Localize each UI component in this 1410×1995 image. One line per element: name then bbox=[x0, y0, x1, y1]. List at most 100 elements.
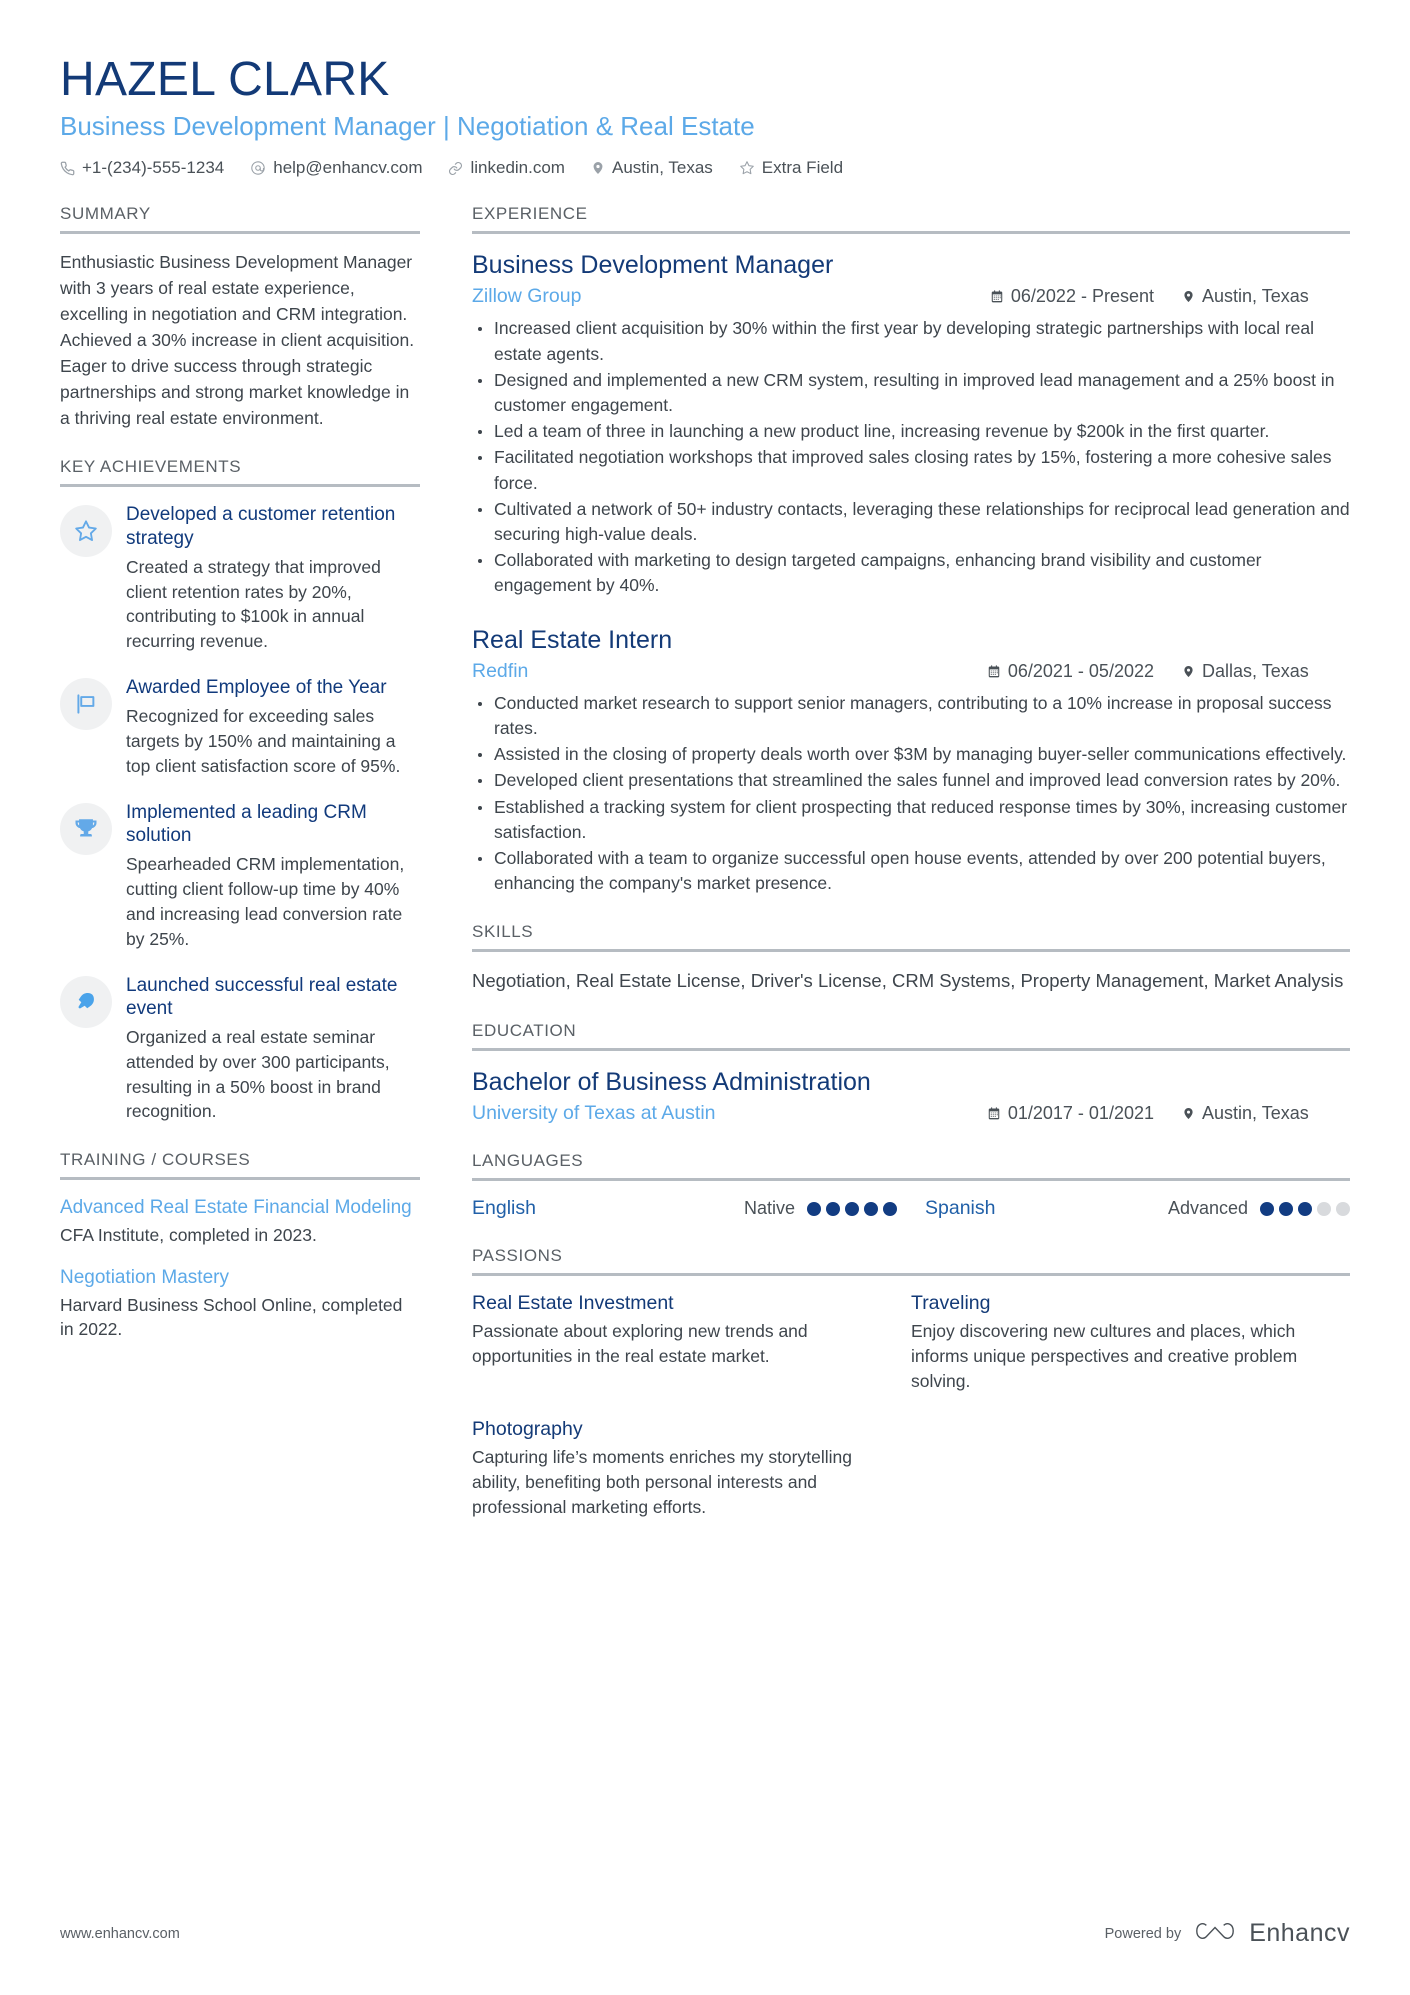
language-item: English Native bbox=[472, 1197, 897, 1220]
rating-dot bbox=[1260, 1201, 1274, 1216]
training-subtitle: Harvard Business School Online, complete… bbox=[60, 1294, 403, 1340]
section-passions: PASSIONS Real Estate Investment Passiona… bbox=[472, 1246, 1350, 1543]
skills-heading: SKILLS bbox=[472, 922, 534, 942]
contact-email-text: help@enhancv.com bbox=[273, 158, 423, 178]
enhancv-logo-icon bbox=[1194, 1918, 1236, 1949]
training-item: Advanced Real Estate Financial Modeling … bbox=[60, 1196, 420, 1248]
passion-description: Enjoy discovering new cultures and place… bbox=[911, 1321, 1298, 1391]
footer-powered-by-label: Powered by bbox=[1104, 1925, 1182, 1942]
training-heading: TRAINING / COURSES bbox=[60, 1150, 251, 1170]
section-divider bbox=[60, 1177, 420, 1181]
passion-title: Photography bbox=[472, 1417, 583, 1440]
experience-location: Austin, Texas bbox=[1182, 286, 1350, 307]
education-heading: EDUCATION bbox=[472, 1021, 577, 1041]
languages-heading: LANGUAGES bbox=[472, 1151, 584, 1171]
education-school[interactable]: University of Texas at Austin bbox=[472, 1102, 987, 1125]
section-education: EDUCATION Bachelor of Business Administr… bbox=[472, 1021, 1350, 1125]
skills-text: Negotiation, Real Estate License, Driver… bbox=[472, 970, 1344, 992]
rating-dot bbox=[807, 1201, 821, 1216]
achievement-body: Developed a customer retention strategy … bbox=[126, 503, 420, 654]
experience-date: 06/2021 - 05/2022 bbox=[987, 661, 1154, 682]
bullet-item: Developed client presentations that stre… bbox=[472, 768, 1350, 793]
language-name: Spanish bbox=[925, 1197, 996, 1220]
contact-extra-field-text: Extra Field bbox=[761, 158, 844, 178]
education-meta: University of Texas at Austin 01/2017 - … bbox=[472, 1102, 1350, 1125]
contact-phone[interactable]: +1-(234)-555-1234 bbox=[60, 158, 224, 178]
email-icon bbox=[250, 160, 266, 176]
achievement-item: Awarded Employee of the Year Recognized … bbox=[60, 676, 420, 779]
bullet-item: Collaborated with a team to organize suc… bbox=[472, 846, 1350, 896]
bullet-item: Collaborated with marketing to design ta… bbox=[472, 548, 1350, 598]
experience-bullets: Increased client acquisition by 30% with… bbox=[472, 316, 1350, 598]
section-divider bbox=[472, 1048, 1350, 1052]
achievement-body: Implemented a leading CRM solution Spear… bbox=[126, 801, 420, 952]
experience-company[interactable]: Redfin bbox=[472, 660, 987, 683]
passion-item: Traveling Enjoy discovering new cultures… bbox=[911, 1292, 1350, 1394]
summary-heading: SUMMARY bbox=[60, 204, 151, 224]
achievement-description: Created a strategy that improved client … bbox=[126, 556, 381, 652]
professional-headline: Business Development Manager | Negotiati… bbox=[60, 111, 755, 142]
education-location-text: Austin, Texas bbox=[1202, 1103, 1309, 1124]
contact-location[interactable]: Austin, Texas bbox=[591, 158, 713, 178]
training-title[interactable]: Negotiation Mastery bbox=[60, 1266, 420, 1290]
passions-grid: Real Estate Investment Passionate about … bbox=[472, 1292, 1350, 1543]
page-footer: www.enhancv.com Powered by Enhancv bbox=[60, 1918, 1350, 1949]
footer-website-url[interactable]: www.enhancv.com bbox=[60, 1926, 180, 1942]
achievement-body: Launched successful real estate event Or… bbox=[126, 974, 420, 1125]
flag-icon bbox=[60, 678, 112, 731]
achievement-description: Spearheaded CRM implementation, cutting … bbox=[126, 854, 405, 949]
training-subtitle: CFA Institute, completed in 2023. bbox=[60, 1225, 317, 1246]
left-column: SUMMARY Enthusiastic Business Developmen… bbox=[60, 204, 420, 1368]
section-summary: SUMMARY Enthusiastic Business Developmen… bbox=[60, 204, 420, 431]
language-level: Native bbox=[743, 1198, 795, 1219]
contact-extra-field[interactable]: Extra Field bbox=[739, 158, 843, 178]
bullet-item: Cultivated a network of 50+ industry con… bbox=[472, 497, 1350, 547]
education-entry: Bachelor of Business Administration Univ… bbox=[472, 1067, 1350, 1125]
education-date: 01/2017 - 01/2021 bbox=[987, 1103, 1154, 1124]
contact-email[interactable]: help@enhancv.com bbox=[250, 158, 422, 178]
experience-meta: Redfin 06/2021 - 05/2022 Dallas, Texas bbox=[472, 660, 1350, 683]
section-divider bbox=[60, 231, 420, 235]
resume-body: SUMMARY Enthusiastic Business Developmen… bbox=[60, 204, 1350, 1569]
contact-location-text: Austin, Texas bbox=[611, 158, 713, 178]
passion-description: Capturing life’s moments enriches my sto… bbox=[472, 1446, 852, 1517]
passion-description: Passionate about exploring new trends an… bbox=[472, 1321, 808, 1367]
resume-header: HAZEL CLARK Business Development Manager… bbox=[60, 54, 1350, 178]
star-icon bbox=[739, 160, 755, 176]
passion-title: Real Estate Investment bbox=[472, 1292, 674, 1315]
location-pin-icon bbox=[1182, 664, 1195, 679]
contact-linkedin[interactable]: linkedin.com bbox=[448, 158, 565, 178]
experience-company[interactable]: Zillow Group bbox=[472, 285, 990, 308]
section-divider bbox=[472, 1273, 1350, 1277]
passion-item: Photography Capturing life’s moments enr… bbox=[472, 1418, 911, 1520]
bullet-item: Assisted in the closing of property deal… bbox=[472, 742, 1350, 767]
footer-brand: Powered by Enhancv bbox=[1105, 1918, 1350, 1949]
languages-row: English Native Spanish Advanced bbox=[472, 1197, 1350, 1220]
training-item: Negotiation Mastery Harvard Business Sch… bbox=[60, 1266, 420, 1342]
achievement-title: Awarded Employee of the Year bbox=[126, 677, 387, 699]
footer-brand-name: Enhancv bbox=[1249, 1919, 1350, 1947]
education-location: Austin, Texas bbox=[1182, 1103, 1350, 1124]
calendar-icon bbox=[987, 1106, 1001, 1121]
section-divider bbox=[472, 949, 1350, 953]
experience-entry: Business Development Manager Zillow Grou… bbox=[472, 250, 1350, 598]
contact-row: +1-(234)-555-1234 help@enhancv.com linke… bbox=[60, 158, 1350, 178]
bullet-item: Increased client acquisition by 30% with… bbox=[472, 316, 1350, 366]
experience-job-title: Business Development Manager bbox=[472, 251, 834, 280]
experience-date-text: 06/2021 - 05/2022 bbox=[1007, 660, 1154, 681]
resume-page: HAZEL CLARK Business Development Manager… bbox=[0, 0, 1410, 1995]
language-level: Advanced bbox=[1167, 1198, 1248, 1219]
experience-location-text: Dallas, Texas bbox=[1202, 660, 1309, 681]
experience-job-title: Real Estate Intern bbox=[472, 625, 673, 654]
experience-date: 06/2022 - Present bbox=[990, 286, 1154, 307]
key-achievements-heading: KEY ACHIEVEMENTS bbox=[60, 457, 242, 477]
location-pin-icon bbox=[591, 160, 605, 176]
summary-text: Enthusiastic Business Development Manage… bbox=[60, 252, 415, 428]
achievement-item: Implemented a leading CRM solution Spear… bbox=[60, 801, 420, 952]
rating-dot bbox=[845, 1201, 859, 1216]
calendar-icon bbox=[987, 664, 1001, 679]
section-key-achievements: KEY ACHIEVEMENTS Developed a customer re… bbox=[60, 457, 420, 1124]
training-title[interactable]: Advanced Real Estate Financial Modeling bbox=[60, 1196, 420, 1220]
education-degree: Bachelor of Business Administration bbox=[472, 1068, 871, 1097]
right-column: EXPERIENCE Business Development Manager … bbox=[472, 204, 1350, 1569]
